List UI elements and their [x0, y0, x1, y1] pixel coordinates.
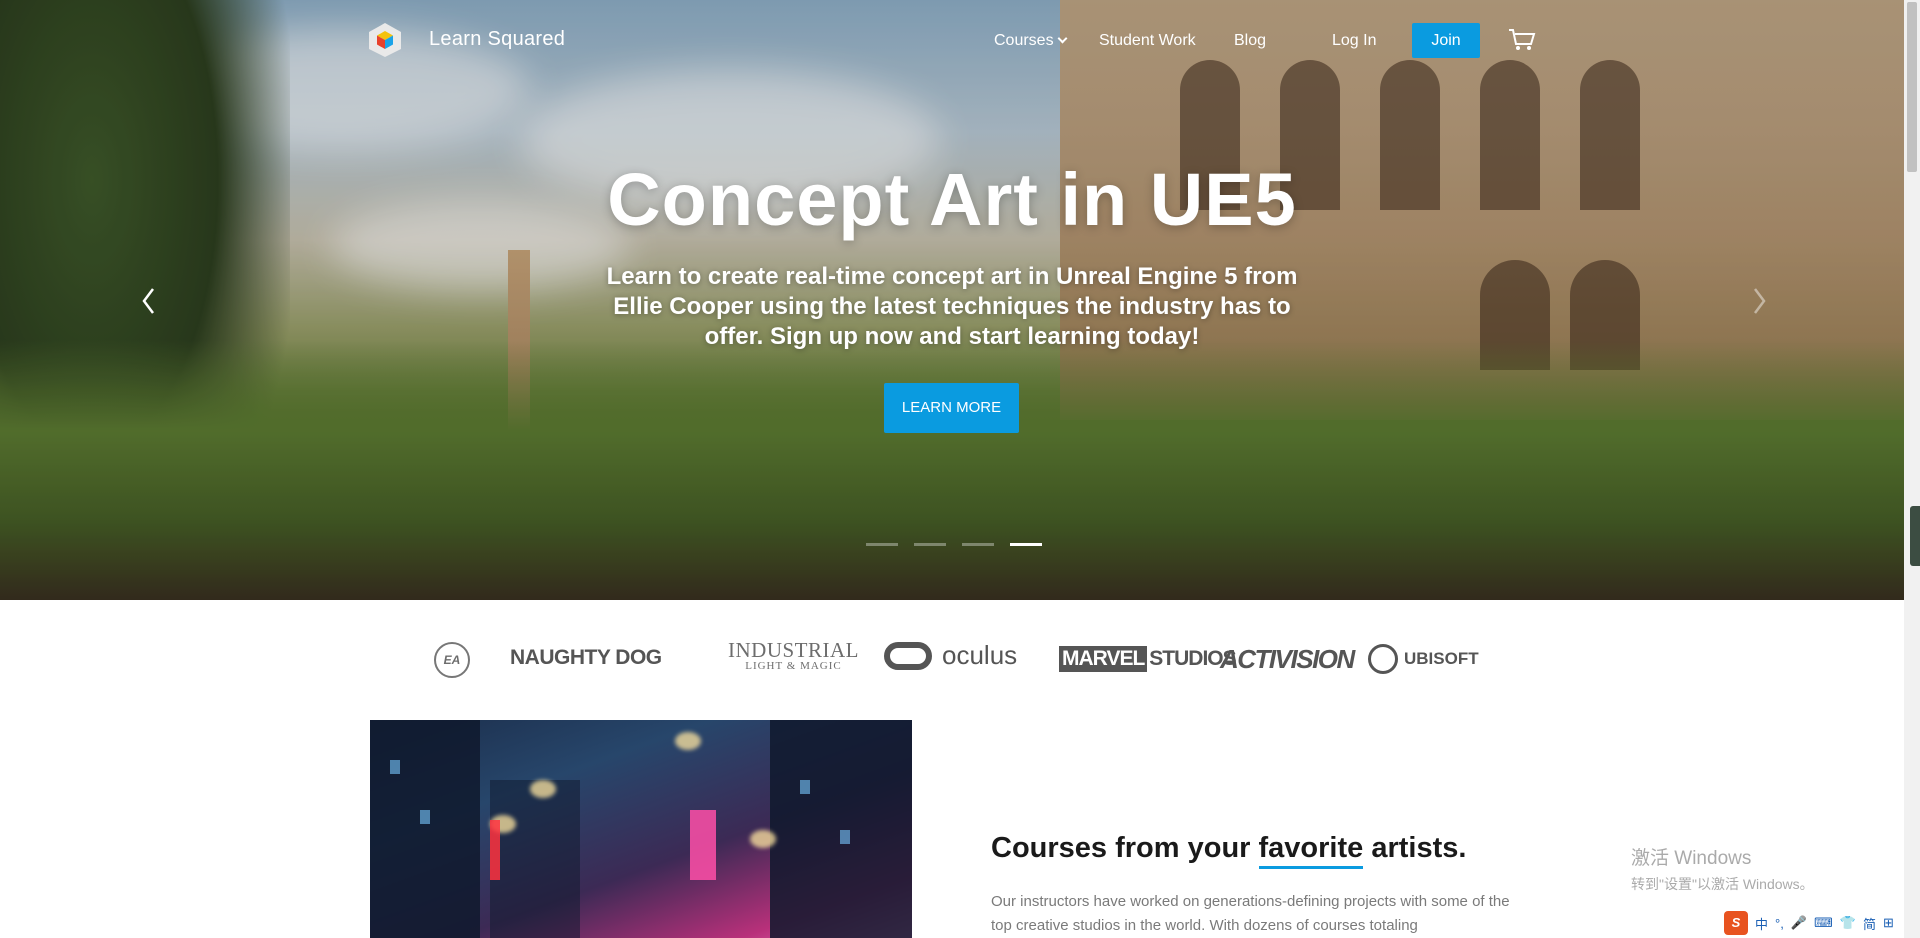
- windows-activation-watermark: 激活 Windows 转到"设置"以激活 Windows。: [1631, 843, 1814, 894]
- ime-punct[interactable]: °,: [1775, 916, 1784, 931]
- keyboard-icon[interactable]: ⌨: [1814, 915, 1833, 931]
- skin-icon[interactable]: 👕: [1840, 915, 1856, 931]
- marvel-wordmark: MARVEL: [1059, 646, 1148, 672]
- ilm-logo: INDUSTRIAL LIGHT & MAGIC: [728, 638, 859, 674]
- hero-title: Concept Art in UE5: [607, 158, 1297, 241]
- microphone-icon[interactable]: 🎤: [1791, 915, 1807, 931]
- studio-logos: EA NAUGHTY DOG INDUSTRIAL LIGHT & MAGIC …: [0, 640, 1904, 686]
- oculus-wordmark: oculus: [942, 640, 1018, 670]
- ilm-logo-line2: LIGHT & MAGIC: [745, 660, 842, 672]
- join-button[interactable]: Join: [1412, 23, 1480, 58]
- carousel-indicators: [866, 543, 1042, 546]
- ubisoft-logo: UBISOFT: [1368, 644, 1479, 674]
- carousel-next-arrow-icon[interactable]: [1747, 283, 1771, 319]
- oculus-logo: oculus: [884, 640, 1017, 671]
- learn-squared-logo-icon[interactable]: [368, 22, 402, 58]
- top-navigation: Learn Squared Courses Student Work Blog …: [0, 0, 1904, 84]
- activate-subtitle: 转到"设置"以激活 Windows。: [1631, 876, 1814, 892]
- ime-lang[interactable]: 中: [1755, 914, 1768, 933]
- nav-courses-label: Courses: [994, 32, 1054, 49]
- ime-toolbar: S 中 °, 🎤 ⌨ 👕 简 ⊞: [1720, 910, 1898, 936]
- activision-logo: ACTIVISION: [1220, 644, 1355, 674]
- feature-heading-highlight: favorite: [1258, 832, 1364, 869]
- page: Learn Squared Courses Student Work Blog …: [0, 0, 1920, 938]
- carousel-dot-4[interactable]: [1010, 543, 1042, 546]
- marvel-studios-logo: MARVEL STUDIOS: [1059, 646, 1237, 672]
- nav-student-work[interactable]: Student Work: [1099, 32, 1196, 50]
- ea-logo: EA: [434, 642, 470, 678]
- feature-heading: Courses from your favorite artists.: [991, 832, 1467, 869]
- page-scrollbar[interactable]: [1904, 0, 1920, 938]
- scrollbar-thumb[interactable]: [1907, 2, 1917, 172]
- nav-courses-dropdown[interactable]: Courses: [994, 32, 1068, 50]
- brand-name[interactable]: Learn Squared: [429, 28, 565, 51]
- feature-heading-part1: Courses from your: [991, 832, 1259, 864]
- naughty-dog-logo: NAUGHTY DOG: [510, 646, 662, 669]
- carousel-dot-2[interactable]: [914, 543, 946, 546]
- ubisoft-wordmark: UBISOFT: [1404, 649, 1479, 668]
- side-tab-handle[interactable]: [1910, 506, 1920, 566]
- hero-carousel: Learn Squared Courses Student Work Blog …: [0, 0, 1904, 600]
- feature-description: Our instructors have worked on generatio…: [991, 893, 1510, 934]
- cart-icon[interactable]: [1508, 28, 1536, 52]
- ilm-logo-line1: INDUSTRIAL: [728, 638, 859, 662]
- carousel-dot-1[interactable]: [866, 543, 898, 546]
- carousel-dot-3[interactable]: [962, 543, 994, 546]
- hero-subtitle: Learn to create real-time concept art in…: [606, 263, 1298, 350]
- chevron-down-icon: [1057, 33, 1068, 44]
- sogou-logo-icon[interactable]: S: [1724, 911, 1748, 935]
- nav-blog[interactable]: Blog: [1234, 32, 1266, 50]
- ubisoft-swirl-icon: [1368, 644, 1398, 674]
- carousel-prev-arrow-icon[interactable]: [137, 283, 161, 319]
- learn-more-button[interactable]: LEARN MORE: [884, 383, 1019, 433]
- ime-simplified[interactable]: 简: [1863, 914, 1876, 933]
- feature-artwork-image: [370, 720, 912, 938]
- nav-login[interactable]: Log In: [1332, 32, 1376, 50]
- activate-title: 激活 Windows: [1631, 848, 1752, 869]
- oculus-ring-icon: [884, 641, 932, 670]
- feature-heading-part2: artists.: [1363, 832, 1467, 864]
- ime-menu-icon[interactable]: ⊞: [1883, 915, 1894, 931]
